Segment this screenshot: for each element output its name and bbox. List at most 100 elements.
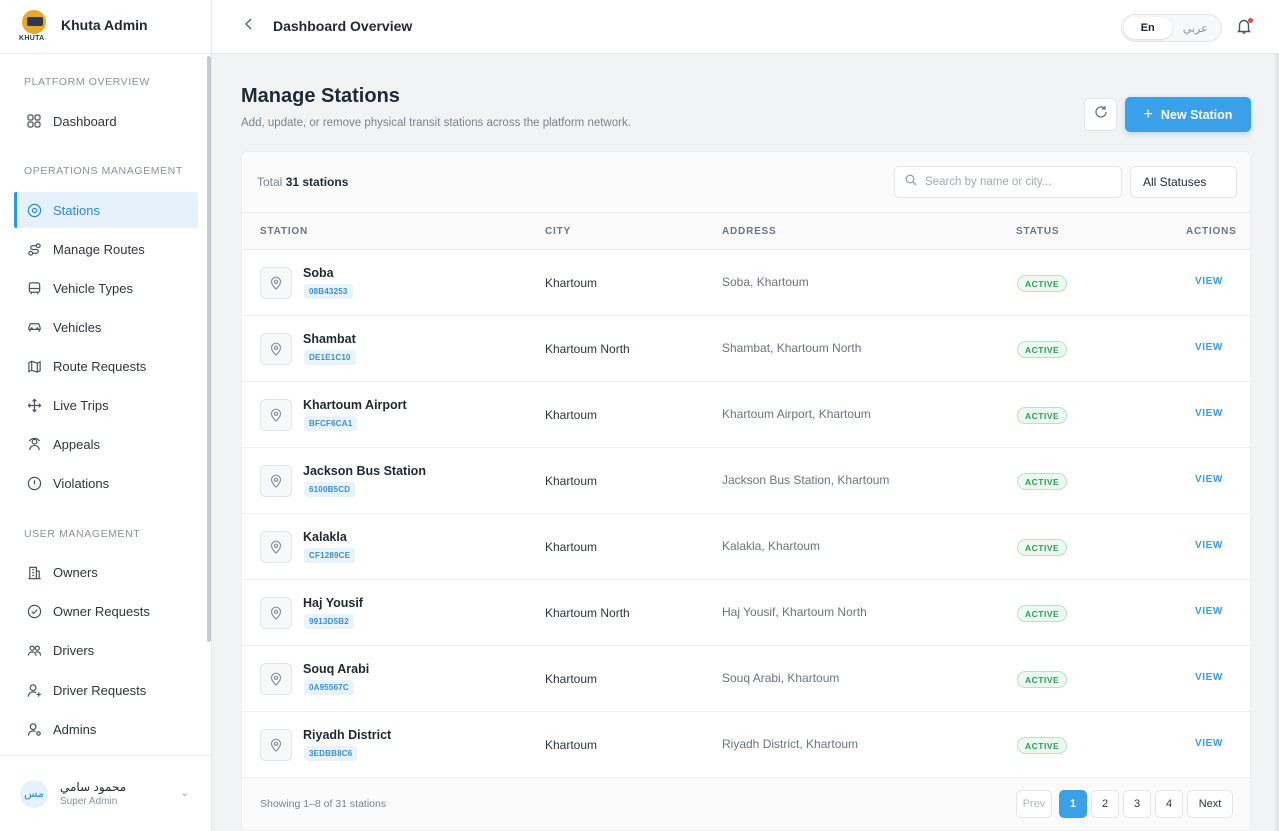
station-name: Souq Arabi	[303, 662, 370, 676]
table-row[interactable]: Khartoum Airport BFCF6CA1 Khartoum Khartoum…	[242, 382, 1250, 448]
sidebar-item-violations[interactable]: Violations	[14, 465, 198, 501]
page-button-3[interactable]: 3	[1123, 790, 1151, 818]
view-link[interactable]: VIEW	[1195, 672, 1223, 683]
search-input[interactable]	[925, 176, 1105, 188]
station-address: Kalakla, Khartoum	[722, 539, 821, 553]
sidebar-item-vehicles[interactable]: Vehicles	[14, 309, 198, 345]
status-badge: ACTIVE	[1017, 605, 1068, 622]
sidebar-item-label: Appeals	[53, 436, 100, 452]
col-status[interactable]: STATUS	[1016, 226, 1059, 237]
station-city: Khartoum	[545, 738, 598, 752]
page-button-1[interactable]: 1	[1059, 790, 1087, 818]
page-button-2[interactable]: 2	[1091, 790, 1119, 818]
sidebar-item-appeals[interactable]: Appeals	[14, 426, 198, 462]
sidebar-item-label: Drivers	[53, 642, 95, 658]
sidebar-item-manage-routes[interactable]: Manage Routes	[14, 231, 198, 267]
building-icon	[26, 564, 42, 580]
status-badge: ACTIVE	[1017, 671, 1068, 688]
sidebar: KHUTA Khuta Admin PLATFORM OVERVIEW Dash…	[0, 0, 212, 831]
view-link[interactable]: VIEW	[1195, 408, 1223, 419]
lang-ar-option[interactable]: عربي	[1172, 17, 1220, 39]
status-badge: ACTIVE	[1017, 341, 1068, 358]
station-name: Riyadh District	[303, 728, 392, 742]
view-link[interactable]: VIEW	[1195, 540, 1223, 551]
prev-page-button[interactable]: Prev	[1016, 790, 1052, 818]
pagination: Showing 1–8 of 31 stations Prev 1 2 3 4 …	[242, 777, 1250, 830]
section-user-management: USER MANAGEMENT	[24, 528, 141, 540]
section-title: Manage Stations	[241, 85, 400, 107]
station-address: Haj Yousif, Khartoum North	[722, 605, 867, 619]
station-code: 08B43253	[304, 284, 353, 299]
col-address[interactable]: ADDRESS	[722, 226, 777, 237]
table-row[interactable]: Kalakla CF1289CE Khartoum Kalakla, Khartoum…	[242, 514, 1250, 580]
new-station-button[interactable]: + New Station	[1125, 97, 1251, 132]
sidebar-item-route-requests[interactable]: Route Requests	[14, 348, 198, 384]
station-city: Khartoum	[545, 540, 598, 554]
language-toggle[interactable]: En عربي	[1121, 14, 1222, 42]
avatar: مس	[20, 779, 48, 808]
bus-icon	[26, 280, 42, 296]
notification-bell-icon[interactable]	[1235, 17, 1255, 37]
main-scrollbar[interactable]	[1275, 54, 1279, 831]
brand[interactable]: KHUTA Khuta Admin	[0, 0, 211, 54]
station-code: 0A95567C	[304, 680, 354, 695]
view-link[interactable]: VIEW	[1195, 738, 1223, 749]
page-button-4[interactable]: 4	[1155, 790, 1183, 818]
map-pin-icon	[26, 202, 42, 218]
view-link[interactable]: VIEW	[1195, 474, 1223, 485]
search-icon	[905, 173, 917, 191]
car-icon	[26, 319, 42, 335]
table-row[interactable]: Shambat DE1E1C10 Khartoum North Shambat, Kh…	[242, 316, 1250, 382]
sidebar-item-live-trips[interactable]: Live Trips	[14, 387, 198, 423]
sidebar-item-owner-requests[interactable]: Owner Requests	[14, 593, 198, 629]
station-code: 6100B5CD	[304, 482, 356, 497]
status-badge: ACTIVE	[1017, 407, 1068, 424]
station-city: Khartoum	[545, 408, 598, 422]
status-filter-select[interactable]: All Statuses	[1130, 166, 1237, 198]
lang-en-option[interactable]: En	[1124, 17, 1172, 39]
station-city: Khartoum	[545, 276, 598, 290]
user-profile[interactable]: مس محمود سامي Super Admin ⌄	[0, 755, 211, 831]
table-row[interactable]: Riyadh District 3EDBB8C6 Khartoum Riyadh Di…	[242, 712, 1250, 778]
section-platform-overview: PLATFORM OVERVIEW	[24, 76, 150, 88]
col-station[interactable]: STATION	[260, 226, 308, 237]
chevron-down-icon[interactable]: ⌄	[181, 788, 189, 799]
sidebar-item-drivers[interactable]: Drivers	[14, 632, 198, 668]
sidebar-item-label: Vehicle Types	[53, 280, 133, 296]
view-link[interactable]: VIEW	[1195, 342, 1223, 353]
table-row[interactable]: Soba 08B43253 Khartoum Soba, Khartoum ACTIVE…	[242, 250, 1250, 316]
station-city: Khartoum North	[545, 342, 630, 356]
sidebar-item-label: Owners	[53, 564, 98, 580]
table-row[interactable]: Souq Arabi 0A95567C Khartoum Souq Arabi, Kh…	[242, 646, 1250, 712]
user-plus-icon	[26, 682, 42, 698]
table-row[interactable]: Jackson Bus Station 6100B5CD Khartoum Jacks…	[242, 448, 1250, 514]
refresh-button[interactable]	[1084, 98, 1117, 131]
sidebar-item-label: Admins	[53, 721, 97, 737]
station-city: Khartoum	[545, 474, 598, 488]
station-address: Jackson Bus Station, Khartoum	[722, 473, 890, 487]
map-pin-icon	[260, 267, 292, 299]
sidebar-scrollbar[interactable]	[207, 56, 211, 642]
page-title: Dashboard Overview	[273, 18, 413, 34]
sidebar-item-owners[interactable]: Owners	[14, 554, 198, 590]
table-header: STATION CITY ADDRESS STATUS ACTIONS	[242, 213, 1250, 250]
station-code: 3EDBB8C6	[304, 746, 358, 761]
station-name: Soba	[303, 266, 334, 280]
map-pin-icon	[260, 531, 292, 563]
col-city[interactable]: CITY	[545, 226, 571, 237]
search-box[interactable]	[894, 166, 1122, 198]
view-link[interactable]: VIEW	[1195, 606, 1223, 617]
table-row[interactable]: Haj Yousif 9913D5B2 Khartoum North Haj Yous…	[242, 580, 1250, 646]
station-address: Soba, Khartoum	[722, 275, 809, 289]
sidebar-item-stations[interactable]: Stations	[14, 192, 198, 228]
sidebar-item-dashboard[interactable]: Dashboard	[14, 103, 198, 139]
sidebar-item-driver-requests[interactable]: Driver Requests	[14, 672, 198, 708]
sidebar-item-vehicle-types[interactable]: Vehicle Types	[14, 270, 198, 306]
users-icon	[26, 642, 42, 658]
stations-card: Total 31 stations All Statuses STATION C…	[241, 151, 1251, 831]
station-address: Riyadh District, Khartoum	[722, 737, 859, 751]
next-page-button[interactable]: Next	[1187, 790, 1233, 818]
sidebar-item-admins[interactable]: Admins	[14, 711, 198, 747]
chevron-left-icon[interactable]	[242, 17, 256, 36]
view-link[interactable]: VIEW	[1195, 276, 1223, 287]
